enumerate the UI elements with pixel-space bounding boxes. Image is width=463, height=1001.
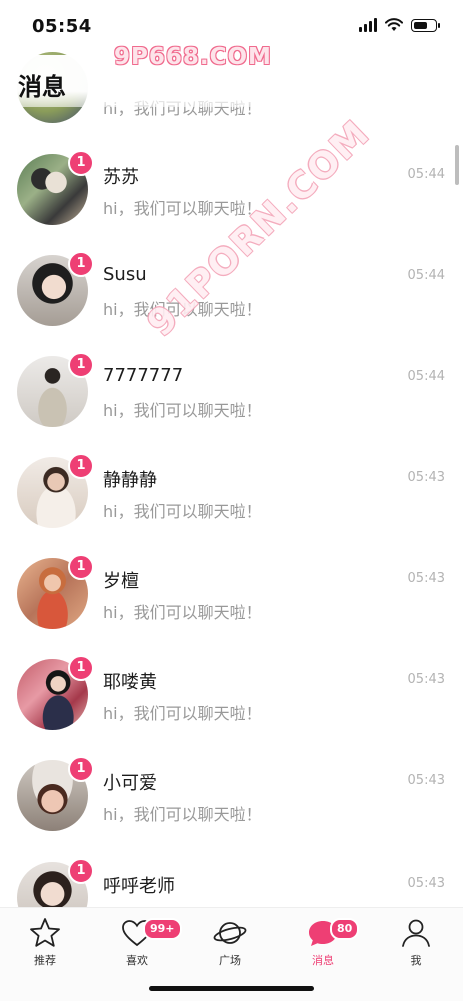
message-preview: hi，我们可以聊天啦！ bbox=[103, 805, 262, 824]
cellular-signal-icon bbox=[359, 18, 377, 32]
message-time: 05:44 bbox=[407, 369, 445, 384]
planet-icon bbox=[213, 922, 247, 944]
watermark-top: 9P668.COM bbox=[114, 44, 272, 70]
message-preview: hi，我们可以聊天啦！ bbox=[103, 199, 262, 218]
contact-name: 岁檀 bbox=[103, 571, 139, 592]
person-icon bbox=[402, 919, 430, 947]
unread-badge: 1 bbox=[68, 150, 94, 176]
contact-name: 小可爱 bbox=[103, 773, 157, 794]
message-preview: hi，我们可以聊天啦！ bbox=[103, 502, 262, 521]
message-time: 05:43 bbox=[407, 571, 445, 586]
conversation-row[interactable]: 1 7777777 05:44 hi，我们可以聊天啦！ bbox=[0, 345, 463, 446]
tab-likes[interactable]: 喜欢 99+ bbox=[107, 916, 182, 968]
conversation-row[interactable]: 1 呼呼老师 05:43 bbox=[0, 850, 463, 907]
contact-name: 呼呼老师 bbox=[103, 876, 175, 897]
unread-badge: 1 bbox=[68, 453, 94, 479]
message-time: 05:43 bbox=[407, 876, 445, 891]
unread-badge: 1 bbox=[68, 352, 94, 378]
conversation-row[interactable]: 1 小可爱 05:43 hi，我们可以聊天啦！ bbox=[0, 749, 463, 850]
tab-messages[interactable]: 消息 80 bbox=[293, 916, 360, 968]
conversation-row[interactable]: 1 岁檀 05:43 hi，我们可以聊天啦！ bbox=[0, 547, 463, 648]
conversation-row[interactable]: 1 Susu 05:44 hi，我们可以聊天啦！ bbox=[0, 244, 463, 345]
contact-name: Susu bbox=[103, 264, 147, 285]
message-preview: hi，我们可以聊天啦！ bbox=[103, 300, 262, 319]
messages-count-badge: 80 bbox=[330, 918, 360, 940]
conversation-row[interactable]: 1 耶喽黄 05:43 hi，我们可以聊天啦！ bbox=[0, 648, 463, 749]
status-icons bbox=[359, 18, 440, 32]
tab-label: 广场 bbox=[219, 954, 241, 967]
conversation-list[interactable]: hi，我们可以聊天啦！ 1 苏苏 05:44 hi，我们可以聊天啦！ 1 Sus… bbox=[0, 50, 463, 907]
status-bar: 05:54 bbox=[0, 0, 463, 50]
unread-badge: 1 bbox=[68, 655, 94, 681]
message-preview: hi，我们可以聊天啦！ bbox=[103, 401, 262, 420]
status-time: 05:54 bbox=[32, 16, 92, 37]
battery-icon bbox=[411, 18, 440, 32]
contact-name: 静静静 bbox=[103, 470, 157, 491]
conversation-row[interactable]: 1 静静静 05:43 hi，我们可以聊天啦！ bbox=[0, 446, 463, 547]
star-icon bbox=[30, 918, 60, 947]
message-preview: hi，我们可以聊天啦！ bbox=[103, 603, 262, 622]
message-time: 05:44 bbox=[407, 167, 445, 182]
message-time: 05:44 bbox=[407, 268, 445, 283]
unread-badge: 1 bbox=[68, 858, 94, 884]
home-indicator bbox=[149, 986, 314, 991]
message-time: 05:43 bbox=[407, 773, 445, 788]
tab-label: 推荐 bbox=[34, 954, 56, 967]
tab-square[interactable]: 广场 bbox=[200, 916, 260, 968]
unread-badge: 1 bbox=[68, 756, 94, 782]
tab-recommend[interactable]: 推荐 bbox=[15, 916, 75, 968]
message-time: 05:43 bbox=[407, 672, 445, 687]
contact-name: 7777777 bbox=[103, 365, 184, 386]
tab-label: 消息 bbox=[312, 954, 334, 967]
unread-badge: 1 bbox=[68, 251, 94, 277]
wifi-icon bbox=[385, 18, 403, 31]
tab-me[interactable]: 我 bbox=[386, 916, 446, 968]
conversation-row[interactable]: 1 苏苏 05:44 hi，我们可以聊天啦！ bbox=[0, 143, 463, 244]
message-time: 05:43 bbox=[407, 470, 445, 485]
tab-label: 我 bbox=[410, 954, 422, 967]
likes-count-badge: 99+ bbox=[143, 918, 182, 940]
message-preview: hi，我们可以聊天啦！ bbox=[103, 704, 262, 723]
unread-badge: 1 bbox=[68, 554, 94, 580]
tab-label: 喜欢 bbox=[126, 954, 148, 967]
contact-name: 苏苏 bbox=[103, 167, 139, 188]
scrollbar[interactable] bbox=[455, 145, 459, 185]
page-title: 消息 bbox=[18, 73, 66, 101]
contact-name: 耶喽黄 bbox=[103, 672, 157, 693]
